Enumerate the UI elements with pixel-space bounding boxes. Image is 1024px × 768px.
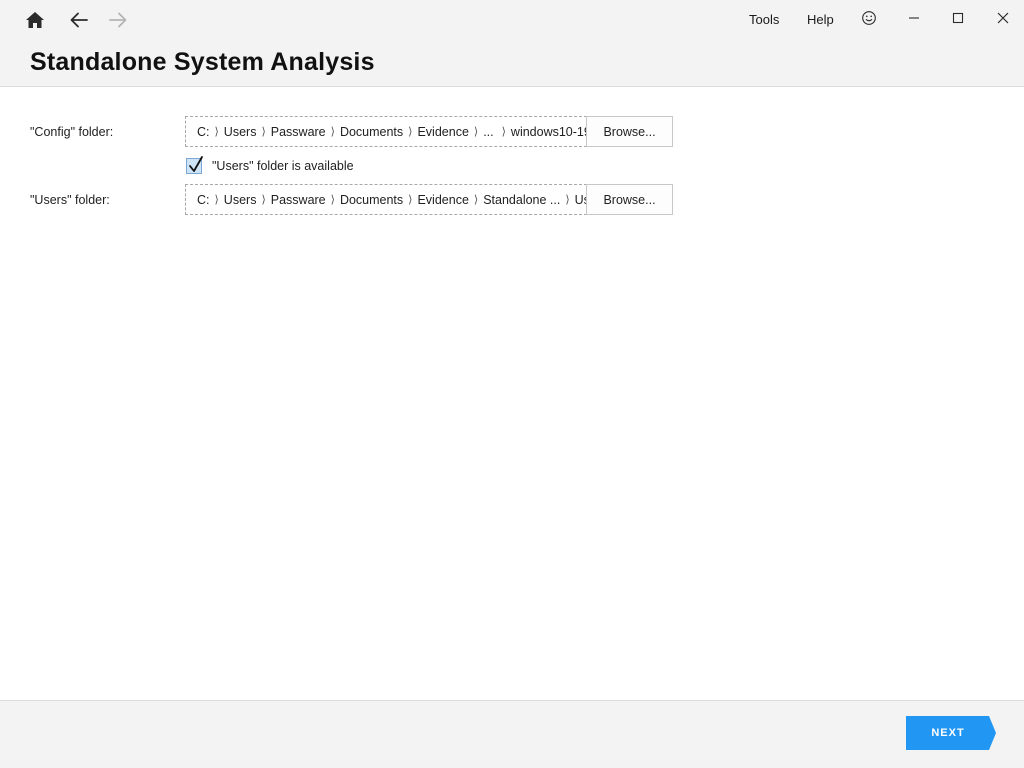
chevron-right-icon: ⟩ xyxy=(261,126,266,138)
users-available-checkbox-row[interactable]: "Users" folder is available xyxy=(186,156,354,174)
path-overflow[interactable]: Standalone ... xyxy=(483,193,560,207)
title-bar: Tools Help Standalone System Analysis xyxy=(0,0,1024,87)
chevron-right-icon: ⟩ xyxy=(473,126,479,138)
users-available-label: "Users" folder is available xyxy=(212,159,354,173)
home-icon xyxy=(26,12,44,28)
path-segment[interactable]: Evidence xyxy=(417,125,468,139)
close-button[interactable] xyxy=(988,5,1018,31)
maximize-icon xyxy=(952,12,964,24)
path-segment[interactable]: Passware xyxy=(271,193,326,207)
users-folder-label: "Users" folder: xyxy=(30,193,110,207)
menu-tools[interactable]: Tools xyxy=(749,12,779,27)
path-segment[interactable]: C: xyxy=(197,193,210,207)
arrow-left-icon xyxy=(70,12,88,28)
feedback-button[interactable] xyxy=(854,5,884,31)
app-window: Tools Help Standalone System Analysis "C… xyxy=(0,0,1024,768)
config-browse-button[interactable]: Browse... xyxy=(586,116,673,147)
users-available-checkbox[interactable] xyxy=(186,156,203,174)
chevron-right-icon: ⟩ xyxy=(501,126,506,138)
maximize-button[interactable] xyxy=(943,5,973,31)
users-browse-button[interactable]: Browse... xyxy=(586,184,673,215)
path-segment[interactable]: C: xyxy=(197,125,210,139)
home-button[interactable] xyxy=(22,7,48,33)
back-button[interactable] xyxy=(66,7,92,33)
path-segment[interactable]: Users xyxy=(224,193,257,207)
path-segment[interactable]: Users xyxy=(224,125,257,139)
path-segment[interactable]: windows10-1909 xyxy=(511,125,587,139)
chevron-right-icon: ⟩ xyxy=(214,194,219,206)
chevron-right-icon: ⟩ xyxy=(330,126,335,138)
close-icon xyxy=(997,12,1009,24)
footer-bar: NEXT xyxy=(0,700,1024,768)
path-segment[interactable]: Documents xyxy=(340,193,403,207)
chevron-right-icon: ⟩ xyxy=(408,194,413,206)
chevron-right-icon: ⟩ xyxy=(408,126,413,138)
arrow-right-icon xyxy=(109,12,127,28)
users-folder-path-field[interactable]: C: ⟩ Users ⟩ Passware ⟩ Documents ⟩ Evid… xyxy=(185,184,587,215)
menu-help[interactable]: Help xyxy=(807,12,834,27)
page-title: Standalone System Analysis xyxy=(30,48,375,76)
chevron-right-icon: ⟩ xyxy=(565,194,570,206)
chevron-right-icon: ⟩ xyxy=(261,194,266,206)
forward-button[interactable] xyxy=(105,7,131,33)
chevron-right-icon: ⟩ xyxy=(330,194,335,206)
checkmark-icon xyxy=(189,156,203,172)
path-overflow[interactable]: ... xyxy=(483,125,493,139)
path-segment[interactable]: Passware xyxy=(271,125,326,139)
path-segment[interactable]: Evidence xyxy=(417,193,468,207)
minimize-icon xyxy=(909,17,919,19)
next-button[interactable]: NEXT xyxy=(906,716,996,750)
chevron-right-icon: ⟩ xyxy=(214,126,219,138)
minimize-button[interactable] xyxy=(899,5,929,31)
config-folder-label: "Config" folder: xyxy=(30,125,114,139)
config-folder-path-field[interactable]: C: ⟩ Users ⟩ Passware ⟩ Documents ⟩ Evid… xyxy=(185,116,587,147)
smiley-icon xyxy=(862,11,876,25)
next-button-label: NEXT xyxy=(931,727,965,739)
chevron-right-icon: ⟩ xyxy=(473,194,479,206)
path-segment[interactable]: Documents xyxy=(340,125,403,139)
